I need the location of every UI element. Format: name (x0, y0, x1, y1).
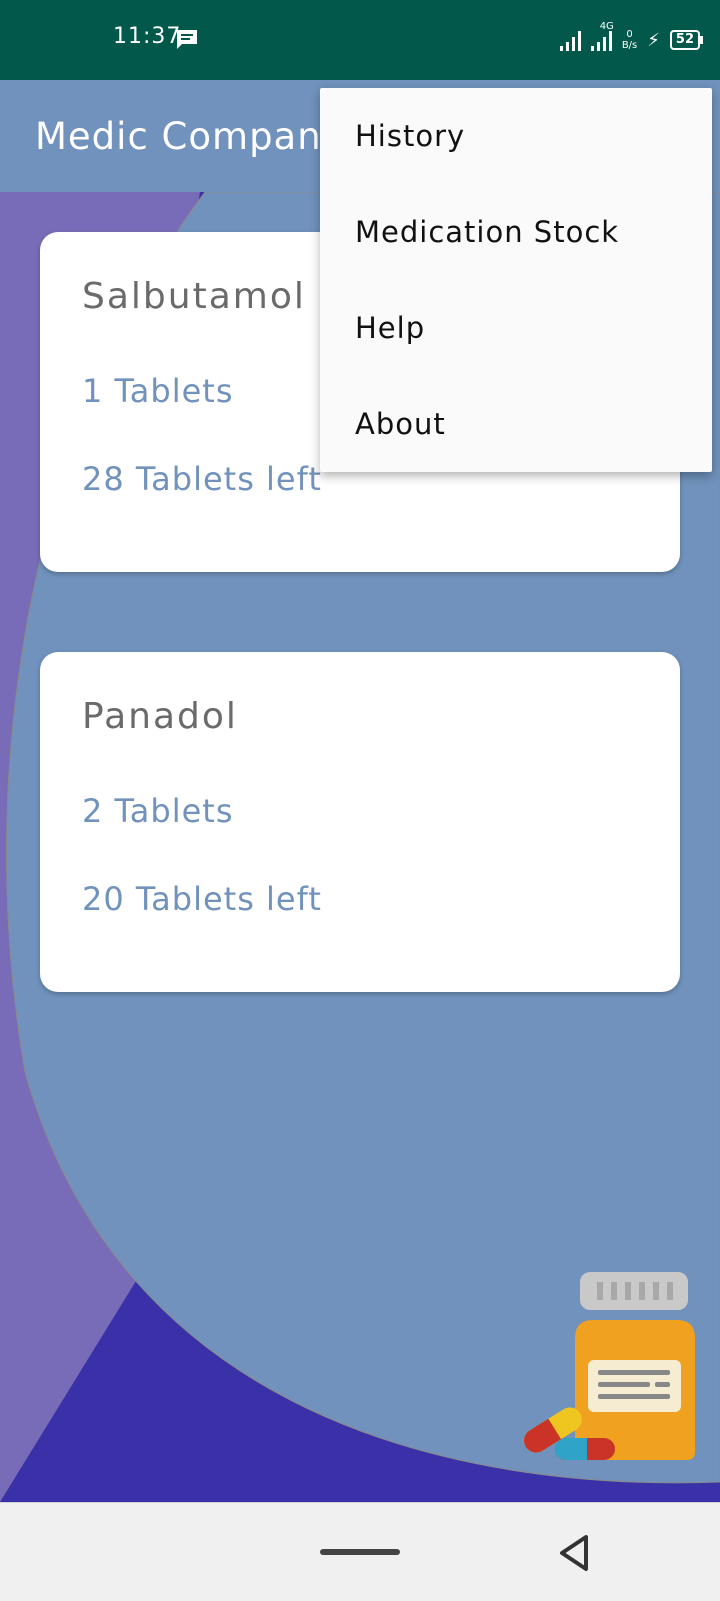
status-time: 11:37 (113, 24, 182, 49)
network-type-label: 4G (599, 21, 614, 32)
data-rate-value: 0 (626, 29, 633, 40)
menu-item-about[interactable]: About (320, 376, 712, 472)
medication-dose: 2 Tablets (82, 792, 234, 830)
status-icons: 4G 0 B/s ⚡ 52 (559, 21, 704, 58)
overflow-menu: History Medication Stock Help About (320, 88, 712, 472)
signal-icon (559, 29, 581, 51)
data-rate-unit: B/s (621, 40, 638, 51)
home-gesture-handle[interactable] (320, 1549, 400, 1555)
message-icon (177, 30, 197, 49)
charging-icon: ⚡ (647, 29, 660, 51)
menu-item-history[interactable]: History (320, 88, 712, 184)
status-bar: 11:37 4G 0 B/s ⚡ 52 (0, 0, 720, 80)
back-icon[interactable] (556, 1533, 592, 1573)
medication-name: Panadol (82, 696, 238, 737)
navigation-bar (0, 1502, 720, 1601)
pill-bottle-icon[interactable] (515, 1270, 695, 1460)
medication-dose: 1 Tablets (82, 372, 234, 410)
data-rate: 0 B/s (622, 29, 637, 51)
medication-remaining: 28 Tablets left (82, 460, 322, 498)
battery-level: 52 (675, 32, 694, 47)
medication-name: Salbutamol (82, 276, 306, 317)
menu-item-help[interactable]: Help (320, 280, 712, 376)
medication-card[interactable]: Panadol 2 Tablets 20 Tablets left (40, 652, 680, 992)
menu-item-medication-stock[interactable]: Medication Stock (320, 184, 712, 280)
medication-remaining: 20 Tablets left (82, 880, 322, 918)
battery-icon: 52 (669, 30, 704, 50)
signal-4g-icon: 4G (590, 21, 614, 51)
